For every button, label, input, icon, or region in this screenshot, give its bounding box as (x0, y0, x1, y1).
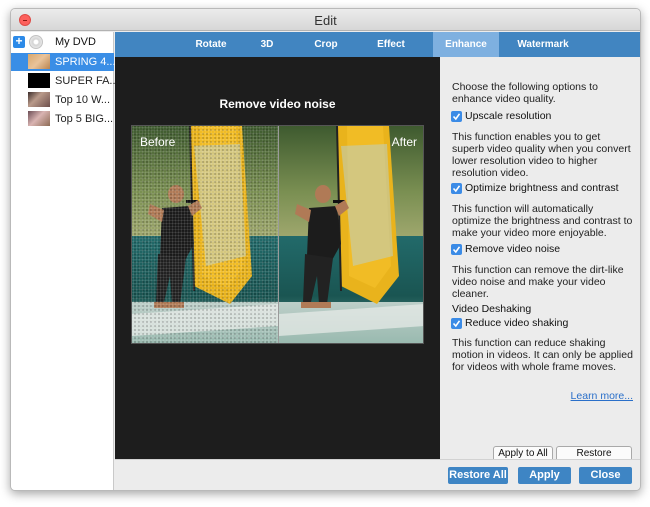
preview-title: Remove video noise (219, 97, 336, 111)
video-thumbnail (28, 73, 50, 88)
noise-label: Remove video noise (465, 243, 561, 255)
file-tree-panel: + My DVD SPRING 4... SUPER FA... Top 10 … (11, 32, 119, 490)
check-icon (452, 246, 461, 254)
tree-item-3[interactable]: Top 10 W... (11, 91, 114, 109)
brightness-description: This function will automatically optimiz… (452, 203, 633, 239)
tree-item-label: SPRING 4... (55, 56, 116, 68)
brightness-label: Optimize brightness and contrast (465, 182, 619, 194)
tab-watermark[interactable]: Watermark (509, 32, 577, 57)
before-label: Before (140, 135, 176, 149)
tree-root-my-dvd[interactable]: + My DVD (11, 34, 114, 50)
after-image: After (279, 126, 423, 343)
tab-3d[interactable]: 3D (247, 32, 287, 57)
dvd-disc-icon (29, 35, 43, 49)
tree-item-4[interactable]: Top 5 BIG... (11, 110, 114, 128)
video-thumbnail (28, 92, 50, 107)
tab-enhance[interactable]: Enhance (433, 32, 499, 57)
learn-more-link[interactable]: Learn more... (571, 390, 633, 402)
footer-bar: Restore All Apply Close (115, 459, 640, 490)
tab-rotate[interactable]: Rotate (185, 32, 237, 57)
tree-item-label: Top 10 W... (55, 94, 111, 106)
tree-item-2[interactable]: SUPER FA... (11, 72, 119, 90)
shaking-description: This function can reduce shaking motion … (452, 337, 633, 373)
check-icon (452, 185, 461, 193)
tree-root-label: My DVD (55, 36, 96, 48)
noise-description: This function can remove the dirt-like v… (452, 264, 624, 300)
shaking-checkbox[interactable] (451, 318, 462, 329)
tree-item-label: SUPER FA... (55, 75, 119, 87)
tree-item-label: Top 5 BIG... (55, 113, 114, 125)
window-title: Edit (314, 13, 337, 28)
edit-tab-bar: Rotate 3D Crop Effect Enhance Watermark (115, 32, 640, 57)
check-icon (452, 320, 461, 328)
upscale-description: This function enables you to get superb … (452, 131, 631, 179)
shaking-label: Reduce video shaking (465, 317, 569, 329)
intro-text: Choose the following options to enhance … (452, 81, 598, 105)
upscale-checkbox[interactable] (451, 111, 462, 122)
before-after-comparison: Before After (131, 125, 424, 344)
restore-all-button[interactable]: Restore All (448, 467, 508, 484)
noise-checkbox[interactable] (451, 244, 462, 255)
video-thumbnail (28, 111, 50, 126)
tab-crop[interactable]: Crop (301, 32, 351, 57)
upscale-label: Upscale resolution (465, 110, 552, 122)
close-button[interactable]: Close (579, 467, 632, 484)
tree-item-1[interactable]: SPRING 4... (11, 53, 116, 71)
windsurfer-illustration (279, 126, 423, 336)
brightness-checkbox[interactable] (451, 183, 462, 194)
video-thumbnail (28, 54, 50, 69)
tab-effect[interactable]: Effect (365, 32, 417, 57)
check-icon (452, 113, 461, 121)
deshake-heading: Video Deshaking (452, 303, 532, 315)
after-label: After (391, 135, 417, 149)
edit-window: Edit + My DVD SPRING 4... SUPER FA... To… (10, 8, 641, 491)
enhance-options-panel: Choose the following options to enhance … (440, 57, 640, 473)
apply-button[interactable]: Apply (518, 467, 571, 484)
preview-pane: Remove video noise Before After (115, 57, 440, 459)
add-plus-icon[interactable]: + (13, 35, 25, 48)
before-image: Before (132, 126, 278, 343)
title-bar: Edit (11, 9, 640, 31)
